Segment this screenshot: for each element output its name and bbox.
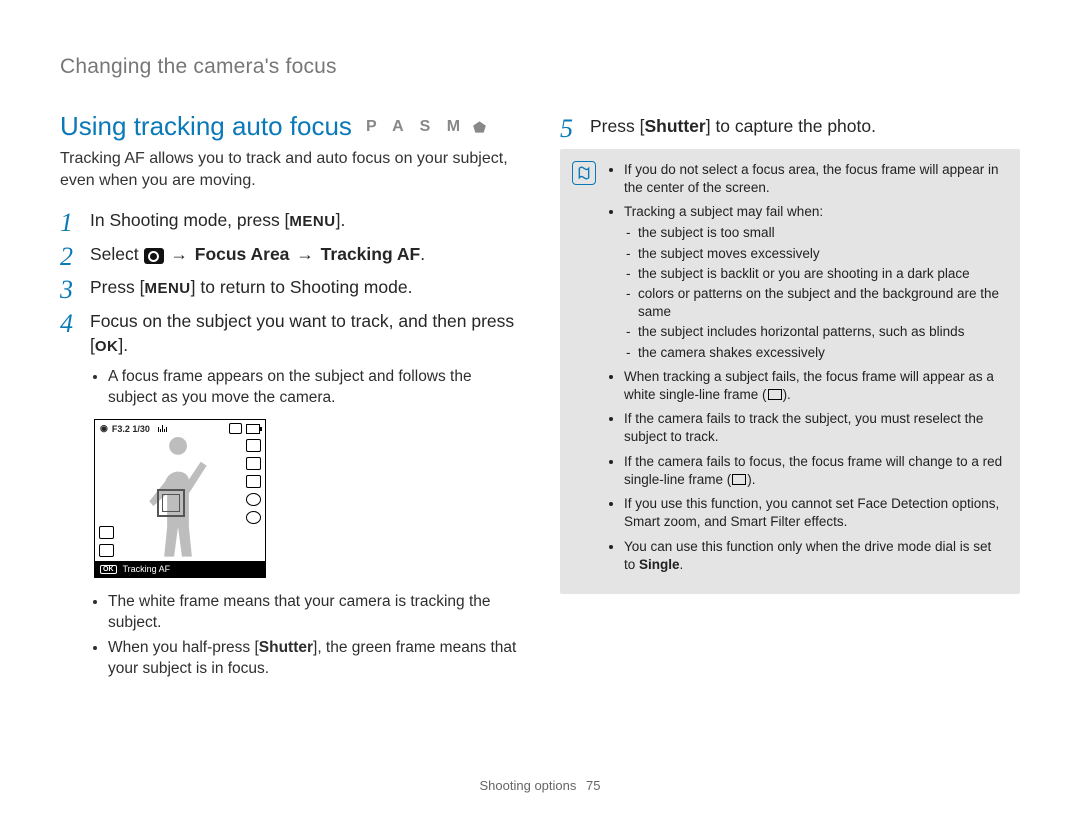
- bullet-text: When you half-press [: [108, 639, 259, 656]
- lcd-bottom-bar: OK Tracking AF: [95, 561, 265, 577]
- step-number: 2: [60, 239, 73, 274]
- note-item: When tracking a subject fails, the focus…: [624, 368, 1004, 404]
- lcd-icon: [99, 526, 114, 539]
- step-number: 3: [60, 272, 73, 307]
- manual-page: Changing the camera's focus Using tracki…: [0, 0, 1080, 815]
- footer-section: Shooting options: [480, 778, 577, 793]
- lcd-right-icons: [246, 439, 261, 524]
- lcd-icon: [246, 493, 261, 506]
- lcd-viewport: [95, 437, 265, 561]
- steps-list-right: 5 Press [Shutter] to capture the photo.: [560, 115, 1020, 139]
- step-text: .: [420, 244, 425, 264]
- frame-icon: [768, 389, 782, 400]
- note-subitem: colors or patterns on the subject and th…: [638, 285, 1004, 321]
- step-3: 3 Press [MENU] to return to Shooting mod…: [60, 276, 520, 300]
- pentagon-icon: [472, 120, 487, 134]
- lcd-frame: ◉ F3.2 1/30: [94, 419, 266, 578]
- bullet-text-bold: Shutter: [259, 639, 313, 656]
- note-item: You can use this function only when the …: [624, 538, 1004, 574]
- note-text: Tracking a subject may fail when:: [624, 204, 823, 219]
- step-text-bold: Tracking AF: [321, 244, 421, 264]
- mode-letters: P A S M: [366, 118, 466, 136]
- mode-dial-icon: ◉: [100, 423, 108, 434]
- note-text-bold: Single: [639, 557, 680, 572]
- lcd-icon: [246, 475, 261, 488]
- lcd-icon: [246, 439, 261, 452]
- section-intro: Tracking AF allows you to track and auto…: [60, 148, 520, 191]
- step-text: ] to capture the photo.: [706, 116, 876, 136]
- note-text: When tracking a subject fails, the focus…: [624, 369, 994, 402]
- step-text: Select: [90, 244, 144, 264]
- section-heading-text: Using tracking auto focus: [60, 111, 352, 142]
- mode-indicator: P A S M: [366, 118, 487, 136]
- arrow-glyph: →: [296, 244, 314, 264]
- menu-button-glyph: MENU: [289, 212, 335, 232]
- page-footer: Shooting options 75: [0, 778, 1080, 793]
- focus-frame-icon: [157, 489, 185, 517]
- battery-icon: [246, 424, 260, 434]
- step-text: ] to return to Shooting mode.: [191, 277, 413, 297]
- camera-icon: [144, 248, 164, 264]
- sub-bullet: A focus frame appears on the subject and…: [108, 367, 520, 409]
- sub-bullet: When you half-press [Shutter], the green…: [108, 638, 520, 680]
- note-box: If you do not select a focus area, the f…: [560, 149, 1020, 594]
- note-text: ).: [747, 472, 755, 487]
- note-item: If the camera fails to focus, the focus …: [624, 453, 1004, 489]
- note-item: Tracking a subject may fail when: the su…: [624, 203, 1004, 362]
- note-text: .: [680, 557, 684, 572]
- step-text: ].: [118, 335, 128, 355]
- sub-bullet: The white frame means that your camera i…: [108, 592, 520, 634]
- lcd-mode-label: Tracking AF: [123, 564, 171, 574]
- step4-sub-bullets-2: The white frame means that your camera i…: [60, 592, 520, 680]
- right-column: 5 Press [Shutter] to capture the photo. …: [560, 101, 1020, 690]
- menu-button-glyph: MENU: [144, 279, 190, 299]
- arrow-glyph: →: [170, 244, 188, 264]
- left-column: Using tracking auto focus P A S M Tracki…: [60, 101, 520, 690]
- lcd-icon: [99, 544, 114, 557]
- step-number: 5: [560, 111, 573, 146]
- note-icon: [572, 161, 596, 185]
- section-heading: Using tracking auto focus P A S M: [60, 111, 520, 142]
- exposure-readout: F3.2 1/30: [112, 424, 150, 434]
- note-item: If you do not select a focus area, the f…: [624, 161, 1004, 197]
- lcd-preview: ◉ F3.2 1/30: [94, 419, 520, 578]
- ev-scale-icon: [158, 425, 167, 432]
- step-text: Press [: [90, 277, 144, 297]
- ok-pill-icon: OK: [100, 565, 117, 574]
- step-text-bold: Focus Area: [195, 244, 290, 264]
- quality-icon: [229, 423, 242, 434]
- step-text: ].: [336, 210, 346, 230]
- step-number: 1: [60, 205, 73, 240]
- note-subitem: the subject is too small: [638, 224, 1004, 242]
- step-number: 4: [60, 306, 73, 341]
- ok-button-glyph: OK: [95, 337, 119, 357]
- note-subitem: the subject includes horizontal patterns…: [638, 323, 1004, 341]
- lcd-left-icons: [99, 526, 114, 557]
- note-text: ).: [783, 387, 791, 402]
- step-2: 2 Select → Focus Area → Tracking AF.: [60, 243, 520, 267]
- frame-icon: [732, 474, 746, 485]
- note-subitem: the camera shakes excessively: [638, 344, 1004, 362]
- footer-page-number: 75: [586, 778, 600, 793]
- note-subitem: the subject moves excessively: [638, 245, 1004, 263]
- step-text-bold: Shutter: [644, 116, 705, 136]
- note-item: If you use this function, you cannot set…: [624, 495, 1004, 531]
- content-columns: Using tracking auto focus P A S M Tracki…: [60, 101, 1020, 690]
- step-text: Focus on the subject you want to track, …: [90, 311, 514, 331]
- step-text: In Shooting mode, press [: [90, 210, 289, 230]
- step-1: 1 In Shooting mode, press [MENU].: [60, 209, 520, 233]
- page-header: Changing the camera's focus: [60, 55, 1020, 79]
- step-4: 4 Focus on the subject you want to track…: [60, 310, 520, 357]
- note-text: If the camera fails to focus, the focus …: [624, 454, 1002, 487]
- steps-list: 1 In Shooting mode, press [MENU]. 2 Sele…: [60, 209, 520, 357]
- note-item: If the camera fails to track the subject…: [624, 410, 1004, 446]
- step4-sub-bullets: A focus frame appears on the subject and…: [60, 367, 520, 409]
- lcd-icon: [246, 457, 261, 470]
- note-subitem: the subject is backlit or you are shooti…: [638, 265, 1004, 283]
- lcd-top-bar: ◉ F3.2 1/30: [95, 420, 265, 437]
- step-5: 5 Press [Shutter] to capture the photo.: [560, 115, 1020, 139]
- step-text: Press [: [590, 116, 644, 136]
- lcd-icon: [246, 511, 261, 524]
